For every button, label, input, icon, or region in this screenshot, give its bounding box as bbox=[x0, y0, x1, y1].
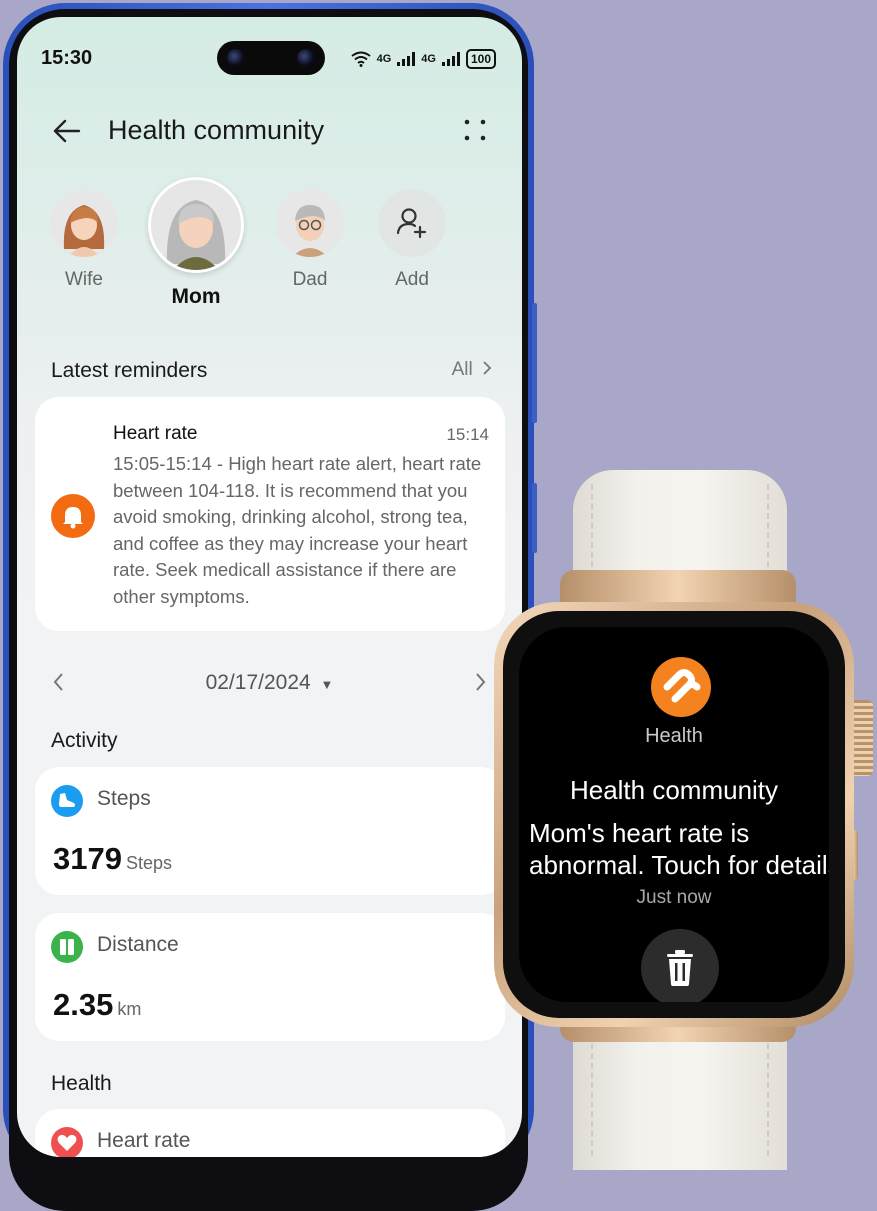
steps-card[interactable]: Steps 3179 Steps bbox=[35, 767, 505, 895]
heart-rate-card[interactable]: Heart rate bbox=[35, 1109, 505, 1157]
member-dad[interactable]: Dad bbox=[275, 189, 345, 291]
all-reminders-link[interactable]: All bbox=[452, 359, 492, 381]
avatar bbox=[148, 177, 244, 273]
page-title: Health community bbox=[108, 115, 325, 145]
watch-notification-time: Just now bbox=[636, 887, 712, 908]
trash-icon bbox=[667, 950, 693, 986]
status-bar: 15:30 4G 4G 100 bbox=[17, 17, 522, 77]
watch-notification-message: Mom's heart rate is abnormal. Touch for … bbox=[529, 818, 829, 880]
reminder-time: 15:14 bbox=[446, 425, 489, 444]
member-label: Wife bbox=[65, 269, 103, 290]
strap-stitching bbox=[591, 1024, 593, 1156]
add-member-button[interactable] bbox=[378, 189, 446, 257]
chevron-right-icon[interactable] bbox=[474, 671, 488, 693]
add-person-icon bbox=[396, 208, 427, 239]
battery-indicator: 100 bbox=[465, 49, 496, 69]
metric-unit: km bbox=[117, 999, 142, 1019]
network-label: 4G bbox=[376, 53, 392, 65]
watch-notification-title: Health community bbox=[569, 775, 779, 805]
all-link-label: All bbox=[451, 359, 473, 380]
reminder-title: Heart rate bbox=[113, 423, 198, 444]
phone-screen: 15:30 4G 4G 100 Health community Wife Mo… bbox=[17, 17, 522, 1157]
member-label: Add bbox=[395, 269, 429, 290]
member-label: Mom bbox=[171, 285, 221, 308]
distance-value: 2.35 km bbox=[53, 987, 141, 1023]
caret-down-icon: ▼ bbox=[320, 677, 334, 692]
date-label: 02/17/2024 bbox=[205, 671, 311, 694]
power-button bbox=[532, 483, 537, 553]
app-header: Health community bbox=[17, 101, 522, 161]
avatar bbox=[276, 189, 344, 257]
wifi-icon bbox=[350, 51, 371, 67]
metric-unit: Steps bbox=[125, 853, 172, 873]
metric-name: Heart rate bbox=[97, 1129, 191, 1152]
distance-card[interactable]: Distance 2.35 km bbox=[35, 913, 505, 1041]
date-navigator: 02/17/2024 ▼ bbox=[17, 667, 522, 701]
metric-name: Distance bbox=[97, 933, 179, 956]
camera-cutout bbox=[217, 41, 325, 75]
status-time: 15:30 bbox=[41, 47, 93, 69]
metric-number: 2.35 bbox=[53, 987, 114, 1022]
member-selector: Wife Mom Dad Add bbox=[17, 177, 522, 327]
reminder-card[interactable]: Heart rate 15:14 15:05-15:14 - High hear… bbox=[35, 397, 505, 631]
strap-stitching bbox=[767, 1024, 769, 1156]
section-title-activity: Activity bbox=[51, 729, 118, 752]
delete-button[interactable] bbox=[641, 929, 719, 1002]
camera-lens-icon bbox=[227, 49, 245, 67]
date-picker[interactable]: 02/17/2024 ▼ bbox=[17, 671, 522, 695]
signal-icon bbox=[441, 52, 460, 66]
map-icon bbox=[51, 931, 83, 963]
member-label: Dad bbox=[292, 269, 328, 290]
watch-notification[interactable]: Health Health community Mom's heart rate… bbox=[519, 627, 829, 1002]
back-arrow-icon[interactable] bbox=[51, 115, 83, 147]
chevron-right-icon bbox=[483, 361, 492, 375]
avatar bbox=[50, 189, 118, 257]
heart-icon bbox=[51, 1127, 83, 1157]
metric-number: 3179 bbox=[53, 841, 122, 876]
signal-icon bbox=[397, 52, 416, 66]
watch-bezel: Health Health community Mom's heart rate… bbox=[503, 611, 845, 1018]
more-options-icon[interactable] bbox=[464, 119, 486, 141]
watch-app-name: Health bbox=[645, 725, 703, 747]
status-icons: 4G 4G 100 bbox=[350, 49, 496, 69]
camera-lens-icon bbox=[297, 49, 315, 67]
steps-value: 3179 Steps bbox=[53, 841, 172, 877]
phone-frame: 15:30 4G 4G 100 Health community Wife Mo… bbox=[3, 3, 537, 1211]
bell-icon bbox=[51, 494, 95, 538]
network-label: 4G bbox=[421, 53, 436, 65]
health-app-icon bbox=[651, 657, 711, 717]
section-title-health: Health bbox=[51, 1072, 112, 1095]
section-title-reminders: Latest reminders bbox=[51, 359, 208, 382]
member-mom[interactable]: Mom bbox=[148, 177, 244, 309]
shoe-icon bbox=[51, 785, 83, 817]
volume-button bbox=[532, 303, 537, 423]
member-add[interactable]: Add bbox=[377, 189, 447, 291]
member-wife[interactable]: Wife bbox=[49, 189, 119, 291]
metric-name: Steps bbox=[97, 787, 151, 810]
watch-case: Health Health community Mom's heart rate… bbox=[494, 602, 854, 1027]
reminder-body: 15:05-15:14 - High heart rate alert, hea… bbox=[113, 453, 482, 607]
